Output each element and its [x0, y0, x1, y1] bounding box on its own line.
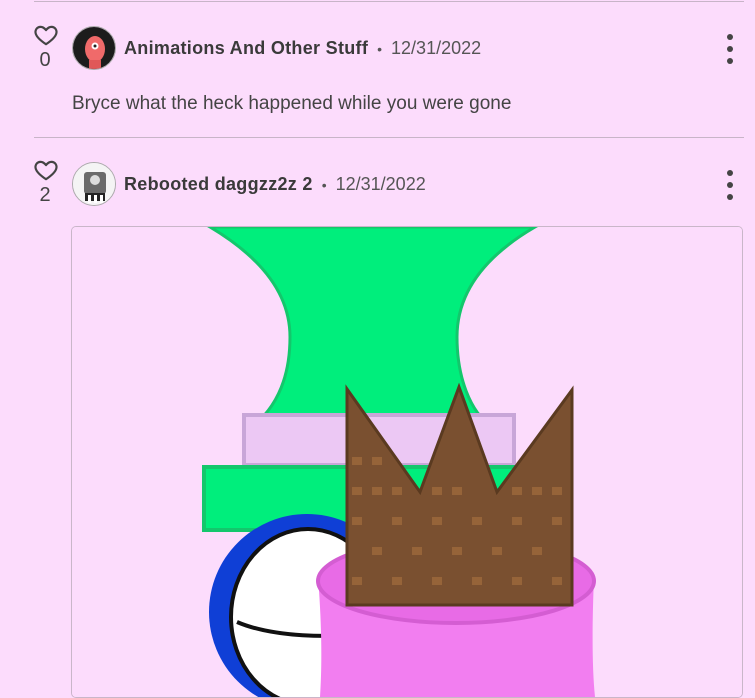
comment-meta: Animations And Other Stuff • 12/31/2022	[124, 38, 481, 59]
author-name[interactable]: Animations And Other Stuff	[124, 38, 368, 59]
like-count: 0	[39, 49, 51, 71]
attached-image[interactable]	[71, 226, 743, 698]
heart-outline-icon[interactable]	[33, 22, 59, 48]
comment-date: 12/31/2022	[335, 174, 426, 194]
separator-dot: •	[321, 176, 327, 193]
comment-text: Bryce what the heck happened while you w…	[72, 93, 512, 114]
like-count: 2	[39, 184, 51, 206]
comment-date: 12/31/2022	[391, 38, 482, 58]
avatar-image	[73, 163, 115, 205]
avatar-image	[73, 27, 115, 69]
author-name[interactable]: Rebooted daggzz2z 2	[124, 174, 313, 195]
more-vertical-icon[interactable]	[723, 170, 737, 200]
heart-outline-icon[interactable]	[33, 157, 59, 183]
more-vertical-icon[interactable]	[723, 34, 737, 64]
separator-dot: •	[377, 40, 383, 57]
comment-divider	[34, 137, 744, 138]
avatar[interactable]	[72, 26, 116, 70]
comment-divider	[34, 1, 744, 2]
character-drawing	[72, 227, 742, 697]
avatar[interactable]	[72, 162, 116, 206]
comment-meta: Rebooted daggzz2z 2 • 12/31/2022	[124, 174, 426, 195]
